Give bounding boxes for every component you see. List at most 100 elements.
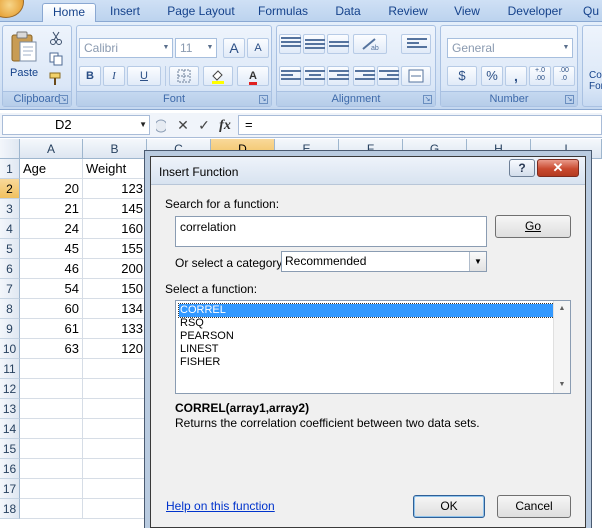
cell-a8[interactable]: 60 xyxy=(20,299,83,319)
clipboard-launcher-icon[interactable]: ↘ xyxy=(59,95,68,104)
cell-a6[interactable]: 46 xyxy=(20,259,83,279)
alignment-launcher-icon[interactable]: ↘ xyxy=(423,95,432,104)
align-center-button[interactable] xyxy=(303,66,325,86)
top-align-button[interactable] xyxy=(279,34,301,54)
cell-b7[interactable]: 150 xyxy=(83,279,147,299)
bold-button[interactable]: B xyxy=(79,66,101,86)
cell-b10[interactable]: 120 xyxy=(83,339,147,359)
cell-empty[interactable] xyxy=(83,359,147,379)
row-header-13[interactable]: 13 xyxy=(0,399,20,419)
number-launcher-icon[interactable]: ↘ xyxy=(565,95,574,104)
list-item[interactable]: CORREL xyxy=(178,303,555,318)
cell-b8[interactable]: 134 xyxy=(83,299,147,319)
cell-empty[interactable] xyxy=(83,499,147,519)
scroll-down-icon[interactable]: ▼ xyxy=(554,378,570,392)
cell-a5[interactable]: 45 xyxy=(20,239,83,259)
function-list-scrollbar[interactable]: ▲ ▼ xyxy=(553,301,570,393)
row-header-8[interactable]: 8 xyxy=(0,299,20,319)
go-button[interactable]: Go xyxy=(495,215,571,238)
merge-center-button[interactable] xyxy=(401,66,431,86)
name-box[interactable]: D2 ▼ xyxy=(2,115,150,135)
insert-function-button[interactable]: fx xyxy=(216,117,234,134)
tab-insert[interactable]: Insert xyxy=(100,3,150,22)
cell-b6[interactable]: 200 xyxy=(83,259,147,279)
row-header-15[interactable]: 15 xyxy=(0,439,20,459)
cell-empty[interactable] xyxy=(20,359,83,379)
tab-review[interactable]: Review xyxy=(380,3,436,22)
function-list[interactable]: CORREL RSQ PEARSON LINEST FISHER ▲ ▼ xyxy=(175,300,571,394)
row-header-2[interactable]: 2 xyxy=(0,179,20,199)
tab-home[interactable]: Home xyxy=(42,3,96,22)
cell-empty[interactable] xyxy=(20,439,83,459)
cell-b1[interactable]: Weight xyxy=(83,159,147,179)
column-header-a[interactable]: A xyxy=(20,139,83,159)
help-on-function-link[interactable]: Help on this function xyxy=(166,499,275,513)
dialog-title-bar[interactable]: Insert Function ? ✕ xyxy=(151,157,585,185)
cell-a10[interactable]: 63 xyxy=(20,339,83,359)
cell-empty[interactable] xyxy=(20,499,83,519)
cell-b2[interactable]: 123 xyxy=(83,179,147,199)
ok-button[interactable]: OK xyxy=(413,495,485,518)
cancel-button[interactable]: Cancel xyxy=(497,495,571,518)
category-select[interactable]: Recommended ▼ xyxy=(281,251,487,272)
grow-font-button[interactable]: A xyxy=(223,38,245,58)
increase-decimal-button[interactable]: +.0 .00 xyxy=(529,66,551,86)
row-header-9[interactable]: 9 xyxy=(0,319,20,339)
bottom-align-button[interactable] xyxy=(327,34,349,54)
shrink-font-button[interactable]: A xyxy=(247,38,269,58)
copy-icon[interactable] xyxy=(49,52,63,66)
list-item[interactable]: LINEST xyxy=(179,343,554,356)
office-button[interactable] xyxy=(0,0,24,18)
cell-b3[interactable]: 145 xyxy=(83,199,147,219)
italic-button[interactable]: I xyxy=(103,66,125,86)
list-item[interactable]: FISHER xyxy=(179,356,554,369)
middle-align-button[interactable] xyxy=(303,34,325,54)
row-header-16[interactable]: 16 xyxy=(0,459,20,479)
wrap-text-button[interactable] xyxy=(401,34,431,54)
row-header-12[interactable]: 12 xyxy=(0,379,20,399)
row-header-7[interactable]: 7 xyxy=(0,279,20,299)
currency-button[interactable]: $ xyxy=(447,66,477,86)
list-item[interactable]: RSQ xyxy=(179,317,554,330)
paste-button[interactable]: Paste xyxy=(7,29,41,85)
cell-b9[interactable]: 133 xyxy=(83,319,147,339)
row-header-4[interactable]: 4 xyxy=(0,219,20,239)
tab-page-layout[interactable]: Page Layout xyxy=(160,3,242,22)
number-format-combo[interactable]: General ▼ xyxy=(447,38,573,58)
fill-color-button[interactable] xyxy=(203,66,233,86)
row-header-18[interactable]: 18 xyxy=(0,499,20,519)
cell-a1[interactable]: Age xyxy=(20,159,83,179)
cell-empty[interactable] xyxy=(83,439,147,459)
row-header-3[interactable]: 3 xyxy=(0,199,20,219)
percent-button[interactable]: % xyxy=(481,66,503,86)
cell-empty[interactable] xyxy=(83,399,147,419)
cell-a2[interactable]: 20 xyxy=(20,179,83,199)
align-left-button[interactable] xyxy=(279,66,301,86)
orientation-button[interactable]: ab xyxy=(353,34,387,54)
row-header-14[interactable]: 14 xyxy=(0,419,20,439)
cell-b4[interactable]: 160 xyxy=(83,219,147,239)
cell-a3[interactable]: 21 xyxy=(20,199,83,219)
chevron-down-icon[interactable]: ▼ xyxy=(469,252,486,271)
cell-b5[interactable]: 155 xyxy=(83,239,147,259)
font-name-combo[interactable]: Calibri ▼ xyxy=(79,38,173,58)
cell-empty[interactable] xyxy=(20,479,83,499)
row-header-17[interactable]: 17 xyxy=(0,479,20,499)
font-size-combo[interactable]: 11 ▼ xyxy=(175,38,217,58)
row-header-1[interactable]: 1 xyxy=(0,159,20,179)
column-header-b[interactable]: B xyxy=(83,139,147,159)
increase-indent-button[interactable] xyxy=(377,66,399,86)
underline-button[interactable]: U xyxy=(127,66,161,86)
cell-empty[interactable] xyxy=(83,459,147,479)
cell-empty[interactable] xyxy=(83,419,147,439)
row-header-10[interactable]: 10 xyxy=(0,339,20,359)
cut-icon[interactable] xyxy=(49,31,63,45)
align-right-button[interactable] xyxy=(327,66,349,86)
list-item[interactable]: PEARSON xyxy=(179,330,554,343)
format-painter-icon[interactable] xyxy=(49,72,63,86)
cell-a9[interactable]: 61 xyxy=(20,319,83,339)
cell-empty[interactable] xyxy=(83,479,147,499)
cell-empty[interactable] xyxy=(20,399,83,419)
search-function-input[interactable]: correlation xyxy=(175,216,487,247)
row-header-6[interactable]: 6 xyxy=(0,259,20,279)
